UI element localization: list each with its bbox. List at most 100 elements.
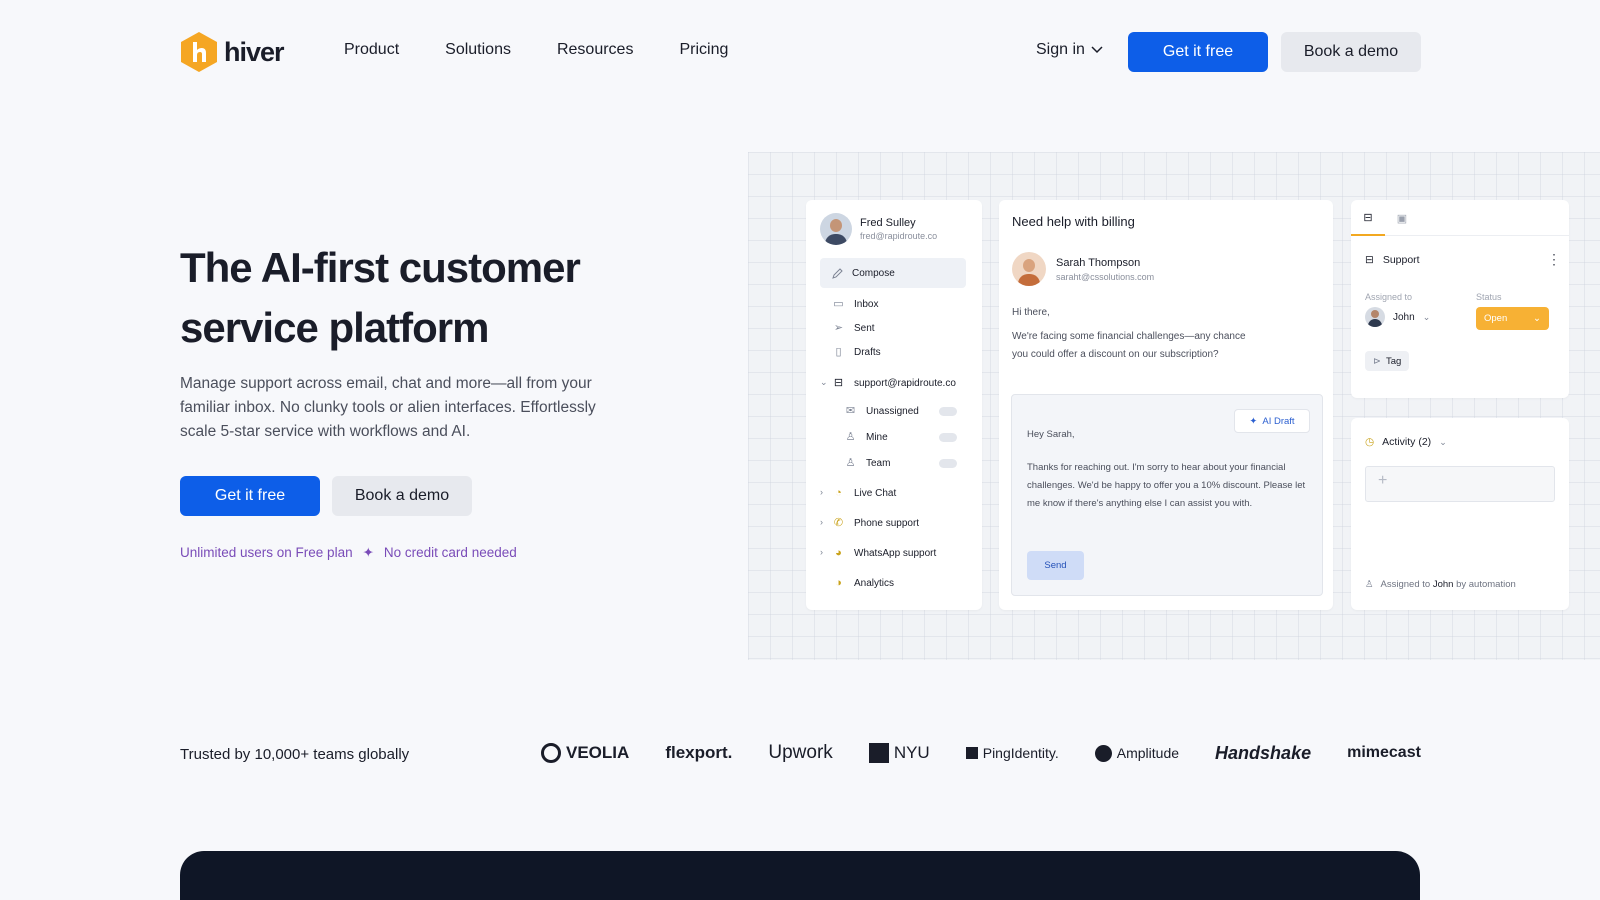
analytics-item[interactable]: ◑ Analytics	[832, 577, 894, 589]
status-dropdown[interactable]: Open ⌄	[1476, 307, 1549, 330]
folder-inbox[interactable]: ▭ Inbox	[832, 298, 878, 310]
tab-contact[interactable]: ▣	[1385, 200, 1419, 236]
veolia-icon	[541, 743, 561, 763]
logo-text: hiver	[224, 36, 285, 67]
avatar	[1012, 252, 1046, 286]
hero-get-free-button[interactable]: Get it free	[180, 476, 320, 516]
user-icon: ♙	[845, 431, 856, 443]
folder-label: Drafts	[854, 346, 881, 358]
signin-label: Sign in	[1036, 41, 1085, 58]
amplitude-icon	[1094, 744, 1112, 762]
avatar	[1365, 307, 1385, 327]
tray-icon: ⊟	[833, 377, 844, 389]
user-name: Fred Sulley	[860, 217, 916, 229]
count-pill	[939, 459, 957, 468]
compose-button[interactable]: Compose	[820, 258, 966, 288]
status-value: Open	[1484, 313, 1508, 324]
message-line-1: We're facing some financial challenges—a…	[1012, 331, 1246, 342]
nav-resources[interactable]: Resources	[557, 41, 633, 59]
envelope-icon: ✉	[845, 405, 856, 417]
thread-sender: Sarah Thompson saraht@cssolutions.com	[1012, 252, 1154, 286]
count-pill	[939, 433, 957, 442]
dark-section	[180, 851, 1420, 900]
more-options-icon[interactable]: ⋮	[1547, 251, 1561, 268]
auto-name: John	[1432, 579, 1454, 590]
brand-flexport: flexport.	[665, 743, 733, 762]
chevron-right-icon[interactable]: ›	[820, 487, 823, 497]
chevron-down-icon[interactable]: ⌄	[820, 377, 828, 388]
hiver-logo-icon	[181, 32, 217, 72]
activity-icon: ◷	[1365, 436, 1375, 448]
channel-label: Phone support	[854, 517, 920, 529]
brand-name: Amplitude	[1116, 745, 1180, 761]
send-button[interactable]: Send	[1027, 551, 1084, 580]
shared-inbox[interactable]: ⊟ support@rapidroute.co	[832, 377, 956, 389]
hiver-logo[interactable]: hiver	[180, 31, 285, 73]
tag-button[interactable]: ⊳ Tag	[1365, 351, 1410, 371]
send-icon: ➢	[833, 322, 844, 334]
avatar	[820, 213, 852, 245]
tray-icon: ⊟	[1363, 211, 1373, 224]
compose-label: Compose	[852, 267, 895, 279]
chevron-down-icon: ⌄	[1439, 436, 1447, 447]
view-mine[interactable]: ♙ Mine	[844, 431, 888, 443]
folder-drafts[interactable]: ▯ Drafts	[832, 346, 881, 358]
product-mockup: Fred Sulley fred@rapidroute.co Compose ▭…	[748, 152, 1600, 660]
sparkle-icon: ✦	[1249, 415, 1258, 427]
shared-inbox-label: support@rapidroute.co	[854, 377, 956, 389]
mock-activity: ◷ Activity (2) ⌄ + ♙ Assigned to John by…	[1351, 418, 1569, 610]
thread-subject: Need help with billing	[1012, 214, 1135, 229]
brand-veolia: VEOLIA	[541, 743, 629, 763]
nav-pricing[interactable]: Pricing	[679, 41, 728, 59]
channel-label: Live Chat	[854, 487, 897, 499]
reply-draft[interactable]: ✦ AI Draft Hey Sarah, Thanks for reachin…	[1011, 394, 1323, 596]
signin-dropdown[interactable]: Sign in	[1036, 41, 1103, 59]
mock-details: ⊟ ▣ ⊟ Support ⋮ Assigned to Status John …	[1351, 200, 1569, 398]
assignee-dropdown[interactable]: John ⌄	[1365, 307, 1430, 327]
brand-amplitude: Amplitude	[1094, 744, 1180, 762]
brand-handshake: Handshake	[1215, 742, 1312, 763]
tag-icon: ⊳	[1373, 355, 1381, 367]
add-note-input[interactable]: +	[1365, 466, 1555, 502]
note-no-card: No credit card needed	[383, 545, 517, 560]
nav-book-demo-button[interactable]: Book a demo	[1281, 32, 1421, 72]
draft-greeting: Hey Sarah,	[1027, 429, 1075, 440]
hero-book-demo-button[interactable]: Book a demo	[332, 476, 472, 516]
folder-sent[interactable]: ➢ Sent	[832, 322, 875, 334]
document-icon: ▯	[835, 346, 842, 358]
view-team[interactable]: ♙ Team	[844, 457, 891, 469]
message-line-2: you could offer a discount on our subscr…	[1012, 349, 1219, 360]
status-label: Status	[1476, 292, 1502, 302]
draft-body: Thanks for reaching out. I'm sorry to he…	[1027, 462, 1306, 509]
brand-pingidentity: PingIdentity.	[965, 745, 1059, 761]
nav-solutions[interactable]: Solutions	[445, 41, 511, 59]
channel-whatsapp[interactable]: ◕ WhatsApp support	[832, 547, 936, 559]
chevron-right-icon[interactable]: ›	[820, 547, 823, 557]
activity-toggle[interactable]: ◷ Activity (2) ⌄	[1365, 436, 1447, 448]
brand-nyu: NYU	[868, 743, 930, 763]
chevron-right-icon[interactable]: ›	[820, 517, 823, 527]
chevron-down-icon: ⌄	[1533, 313, 1541, 324]
sender-email: saraht@cssolutions.com	[1056, 271, 1155, 282]
nav-product[interactable]: Product	[344, 41, 399, 59]
channel-phone[interactable]: ✆ Phone support	[832, 517, 919, 529]
inbox-label: Support	[1382, 254, 1420, 266]
count-pill	[939, 407, 957, 416]
nav-get-free-button[interactable]: Get it free	[1128, 32, 1268, 72]
view-label: Mine	[866, 431, 888, 443]
inbox-icon: ▭	[833, 298, 844, 310]
brand-name: NYU	[893, 743, 930, 762]
auto-suffix: by automation	[1456, 579, 1516, 590]
tab-conversation[interactable]: ⊟	[1351, 200, 1385, 236]
tag-label: Tag	[1385, 355, 1402, 367]
brand-mimecast: mimecast	[1347, 744, 1421, 761]
brand-name: PingIdentity.	[982, 745, 1059, 761]
ai-draft-button[interactable]: ✦ AI Draft	[1234, 409, 1310, 433]
pie-chart-icon: ◑	[835, 577, 842, 589]
channel-live-chat[interactable]: ◔ Live Chat	[832, 487, 896, 499]
whatsapp-icon: ◕	[835, 547, 842, 559]
ping-icon	[965, 747, 978, 759]
contact-icon: ▣	[1396, 212, 1408, 225]
hero-note: Unlimited users on Free plan ✦ No credit…	[180, 537, 527, 571]
view-unassigned[interactable]: ✉ Unassigned	[844, 405, 919, 417]
